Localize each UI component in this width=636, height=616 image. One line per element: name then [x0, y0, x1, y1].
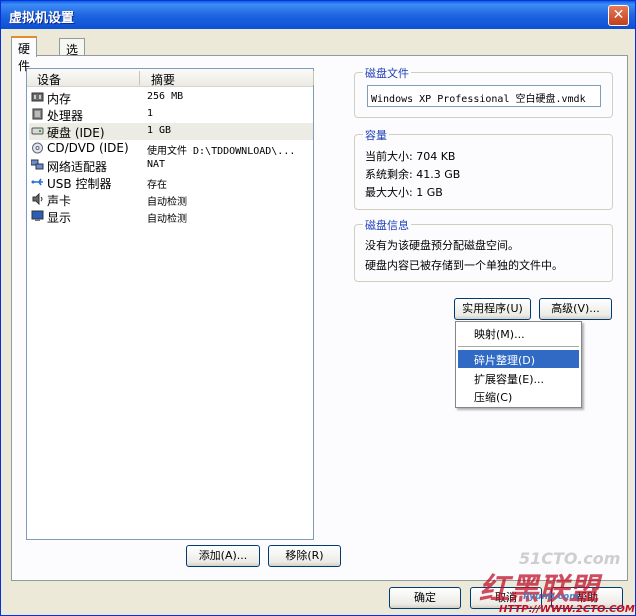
device-name: CD/DVD (IDE) [47, 141, 129, 155]
device-summary: 自动检测 [147, 214, 187, 225]
disk-info-group: 磁盘信息 没有为该硬盘预分配磁盘空间。 硬盘内容已被存储到一个单独的文件中。 [354, 217, 613, 282]
menu-item-defragment[interactable]: 碎片整理(D) [458, 350, 579, 368]
column-summary[interactable]: 摘要 [151, 71, 175, 88]
device-row-network-adapter[interactable]: 网络适配器 NAT [29, 157, 313, 174]
utilities-menu: 映射(M)... 碎片整理(D) 扩展容量(E)... 压缩(C) [455, 321, 582, 408]
device-summary: NAT [147, 159, 166, 170]
tab-hardware[interactable]: 硬件 [11, 36, 38, 73]
close-icon: ✕ [612, 7, 625, 23]
display-icon [31, 210, 44, 221]
column-divider[interactable] [313, 71, 314, 85]
column-device[interactable]: 设备 [37, 71, 61, 88]
menu-separator [458, 346, 579, 347]
device-name: 内存 [47, 92, 72, 106]
disk-file-title: 磁盘文件 [363, 65, 411, 81]
hardware-tab-panel: 设备 摘要 内存 256 MB 处理器 1 硬盘 (IDE) 1 GB CD/D… [11, 55, 628, 581]
device-row-hard-disk[interactable]: 硬盘 (IDE) 1 GB [29, 123, 313, 140]
tab-options[interactable]: 选项 [59, 38, 86, 74]
disk-info-line: 没有为该硬盘预分配磁盘空间。 [365, 239, 519, 252]
device-summary: 自动检测 [147, 197, 187, 208]
network-adapter-icon [31, 159, 44, 170]
title-bar[interactable]: 虚拟机设置 ✕ [1, 1, 635, 29]
capacity-group: 容量 当前大小: 704 KB 系统剩余: 41.3 GB 最大大小: 1 GB [354, 127, 613, 210]
device-row-memory[interactable]: 内存 256 MB [29, 89, 313, 106]
sound-card-icon [32, 193, 43, 205]
capacity-title: 容量 [363, 127, 389, 143]
device-row-usb-controller[interactable]: USB 控制器 存在 [29, 174, 313, 191]
menu-item-compact[interactable]: 压缩(C) [458, 387, 579, 405]
device-name: 网络适配器 [47, 160, 108, 174]
free-space-text: 系统剩余: 41.3 GB [365, 168, 461, 181]
disk-file-group: 磁盘文件 Windows XP Professional 空白硬盘.vmdk [354, 65, 613, 118]
device-name: 硬盘 (IDE) [47, 126, 105, 140]
device-name: 声卡 [47, 194, 72, 208]
watermark-small: liyunb.com [523, 592, 579, 602]
device-list[interactable]: 设备 摘要 内存 256 MB 处理器 1 硬盘 (IDE) 1 GB CD/D… [26, 68, 314, 540]
usb-icon [31, 178, 43, 186]
device-name: 显示 [47, 211, 72, 225]
menu-item-expand[interactable]: 扩展容量(E)... [458, 369, 579, 387]
cd-dvd-icon [32, 142, 43, 154]
add-device-button[interactable]: 添加(A)... [186, 545, 260, 567]
close-button[interactable]: ✕ [608, 5, 629, 26]
device-summary: 256 MB [147, 91, 184, 102]
current-size-text: 当前大小: 704 KB [365, 150, 456, 163]
device-row-sound-card[interactable]: 声卡 自动检测 [29, 191, 313, 208]
device-summary: 使用文件 D:\TDDOWNLOAD\... [147, 146, 296, 157]
device-list-header: 设备 摘要 [27, 69, 314, 88]
processor-icon [32, 108, 43, 120]
memory-icon [31, 92, 44, 102]
disk-info-title: 磁盘信息 [363, 217, 411, 233]
utilities-button[interactable]: 实用程序(U) [454, 298, 531, 320]
disk-info-line: 硬盘内容已被存储到一个单独的文件中。 [365, 259, 563, 272]
device-summary: 存在 [147, 180, 167, 191]
column-divider[interactable] [139, 71, 140, 85]
disk-file-field[interactable]: Windows XP Professional 空白硬盘.vmdk [367, 85, 601, 107]
device-row-processor[interactable]: 处理器 1 [29, 106, 313, 123]
watermark-url: HTTP://WWW.2CTO.COM [499, 604, 635, 615]
device-name: USB 控制器 [47, 177, 112, 191]
vm-settings-window: 虚拟机设置 ✕ 硬件 选项 设备 摘要 内存 256 MB 处理器 1 [0, 0, 636, 616]
device-summary: 1 GB [147, 125, 172, 136]
max-size-text: 最大大小: 1 GB [365, 186, 443, 199]
device-summary: 1 [147, 108, 154, 119]
menu-item-map[interactable]: 映射(M)... [458, 324, 579, 342]
device-name: 处理器 [47, 109, 84, 123]
window-title: 虚拟机设置 [9, 11, 75, 26]
device-row-cd-dvd[interactable]: CD/DVD (IDE) 使用文件 D:\TDDOWNLOAD\... [29, 140, 313, 157]
ok-button[interactable]: 确定 [389, 587, 461, 609]
advanced-button[interactable]: 高级(V)... [539, 298, 612, 320]
hard-disk-icon [31, 127, 44, 135]
remove-device-button[interactable]: 移除(R) [268, 545, 341, 567]
device-row-display[interactable]: 显示 自动检测 [29, 208, 313, 225]
